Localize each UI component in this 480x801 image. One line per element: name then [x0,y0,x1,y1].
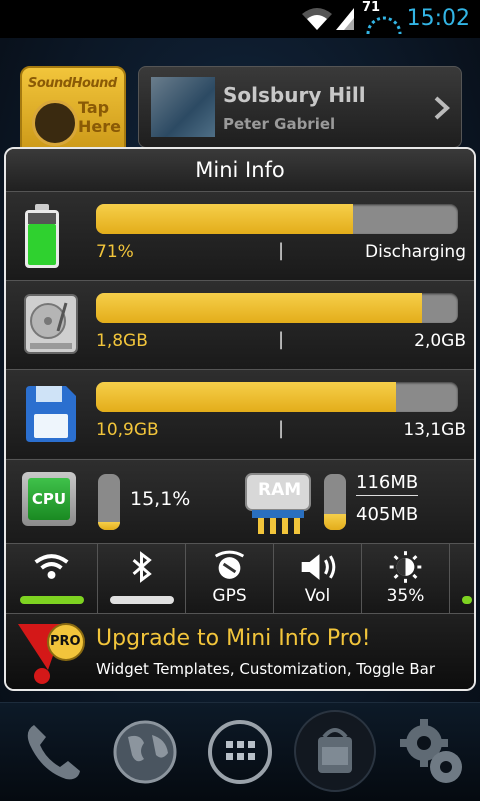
chevron-right-icon[interactable] [433,95,451,121]
cpu-icon: CPU [22,472,76,526]
upgrade-banner[interactable]: PRO Upgrade to Mini Info Pro! Widget Tem… [6,613,474,689]
hard-drive-icon [24,294,78,354]
brightness-label: 35% [386,586,425,606]
toggle-bluetooth[interactable] [98,544,186,614]
overflow-state-bar [462,596,472,604]
soundhound-tap-label: Tap Here [78,98,121,136]
internal-storage-bar [96,293,458,323]
song-title: Solsbury Hill [223,83,366,107]
wifi-signal-icon [302,8,332,30]
phone-icon[interactable] [18,715,88,789]
ram-icon [245,473,311,534]
upgrade-title: Upgrade to Mini Info Pro! [96,626,371,651]
battery-row[interactable]: 71% | Discharging [6,191,474,280]
soundhound-logo-icon [32,100,78,146]
vol-label: Vol [304,586,331,606]
battery-gauge-icon [366,16,402,35]
widget-title: Mini Info [6,149,474,191]
separator: | [278,418,285,439]
bluetooth-icon [132,551,152,583]
battery-bar [96,204,458,234]
wifi-state-bar [20,596,84,604]
status-bar: 71 15:02 [0,0,480,38]
cpu-usage-text: 15,1% [130,488,191,510]
pro-badge-icon [18,623,85,684]
cpu-label: CPU [28,478,70,520]
cell-signal-icon [336,8,354,30]
bluetooth-state-bar [110,596,174,604]
internal-storage-row[interactable]: 1,8GB | 2,0GB [6,280,474,369]
browser-globe-icon[interactable] [110,715,180,789]
internal-storage-total: 2,0GB [414,331,466,351]
app-drawer-icon[interactable] [204,715,276,789]
sd-storage-used: 10,9GB [96,420,159,440]
pro-badge-label: PRO [50,634,81,649]
toggle-wifi[interactable] [6,544,98,614]
home-dock [0,702,480,801]
gps-satellite-icon [214,550,245,579]
floppy-disk-icon [26,386,76,442]
internal-storage-used: 1,8GB [96,331,148,351]
cpu-usage-bar [98,474,120,530]
speaker-icon [301,554,336,580]
battery-percent: 71% [96,242,134,262]
toggle-bar: GPS Vol 35% [6,543,474,614]
brightness-icon [389,551,422,583]
artist-name: Peter Gabriel [223,115,336,133]
settings-icon[interactable] [396,715,470,789]
sd-storage-total: 13,1GB [403,420,466,440]
album-art [151,77,215,137]
toggle-overflow[interactable] [450,544,474,614]
sd-storage-bar [96,382,458,412]
ram-label: RAM [258,480,302,500]
cpu-ram-row[interactable]: CPU 15,1% RAM 116MB 405MB [6,459,474,544]
market-icon[interactable] [292,709,378,793]
ram-usage-bar [324,474,346,530]
toggle-gps[interactable]: GPS [186,544,274,614]
sd-storage-row[interactable]: 10,9GB | 13,1GB [6,369,474,458]
upgrade-subtitle: Widget Templates, Customization, Toggle … [96,660,436,678]
ram-total: 405MB [356,504,419,525]
separator: | [278,329,285,350]
battery-status: Discharging [365,242,466,262]
soundhound-brand: SoundHound [28,76,117,91]
ram-used: 116MB [356,472,419,496]
music-widget[interactable]: Solsbury Hill Peter Gabriel [138,66,462,148]
toggle-brightness[interactable]: 35% [362,544,450,614]
mini-info-widget: Mini Info 71% | Discharging 1,8GB | 2,0G… [4,147,476,691]
separator: | [278,240,285,261]
clock: 15:02 [406,6,470,31]
wifi-icon [34,554,69,579]
gps-label: GPS [212,586,247,606]
toggle-volume[interactable]: Vol [274,544,362,614]
battery-icon [25,204,59,268]
